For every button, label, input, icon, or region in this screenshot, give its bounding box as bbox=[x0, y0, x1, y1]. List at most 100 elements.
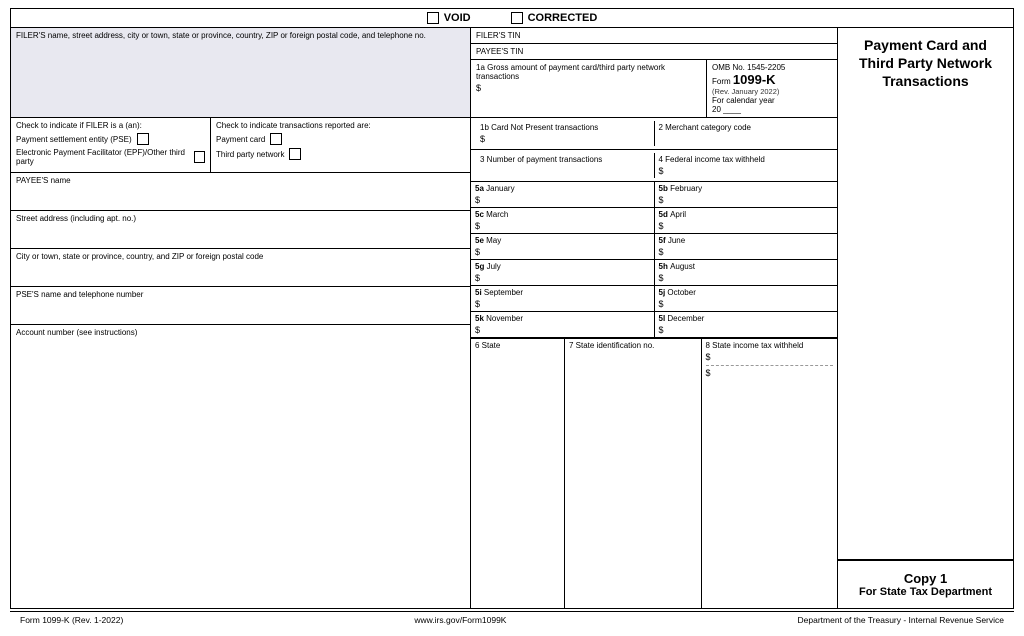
form-number: 1099-K bbox=[733, 72, 776, 87]
omb-cell: OMB No. 1545-2205 Form 1099-K (Rev. Janu… bbox=[707, 60, 837, 117]
payment-card-label: Payment card bbox=[216, 135, 265, 144]
footer-form-ref: Form 1099-K (Rev. 1-2022) bbox=[20, 615, 123, 625]
pse-name-cell: PSE'S name and telephone number bbox=[11, 287, 470, 325]
account-cell: Account number (see instructions) bbox=[11, 325, 470, 608]
field-5f: 5f June $ bbox=[655, 234, 838, 259]
monthly-row-ij: 5i September $ 5j October $ bbox=[471, 286, 837, 312]
epf-checkbox[interactable] bbox=[194, 151, 205, 163]
merchant-label: 2 Merchant category code bbox=[659, 123, 752, 132]
state-cell: 6 State bbox=[471, 339, 565, 608]
fed-income-label: 4 Federal income tax withheld bbox=[659, 155, 765, 164]
monthly-row-ef: 5e May $ 5f June $ bbox=[471, 234, 837, 260]
corrected-label: CORRECTED bbox=[528, 12, 598, 24]
side-panel: Payment Card and Third Party Network Tra… bbox=[838, 28, 1013, 608]
pse-label: Payment settlement entity (PSE) bbox=[16, 135, 132, 144]
page-wrapper: VOID CORRECTED FILER'S name, street addr… bbox=[0, 0, 1024, 636]
cal-year-label: For calendar year bbox=[712, 96, 832, 105]
omb-no: OMB No. 1545-2205 bbox=[712, 63, 832, 72]
payee-name-cell: PAYEE'S name bbox=[11, 173, 470, 211]
monthly-row-gh: 5g July $ 5h August $ bbox=[471, 260, 837, 286]
field-5b: 5b February $ bbox=[655, 182, 838, 207]
rev-label: (Rev. January 2022) bbox=[712, 87, 832, 96]
third-party-item: Third party network bbox=[216, 148, 465, 160]
state-income-label: 8 State income tax withheld bbox=[706, 341, 804, 350]
state-dollar: $ bbox=[706, 352, 834, 362]
pse-check-item: Payment settlement entity (PSE) bbox=[16, 133, 205, 145]
epf-check-item: Electronic Payment Facilitator (EPF)/Oth… bbox=[16, 148, 205, 166]
merchant-cell: 2 Merchant category code bbox=[655, 121, 833, 146]
third-party-checkbox[interactable] bbox=[289, 148, 301, 160]
payee-name-label: PAYEE'S name bbox=[16, 176, 71, 185]
form-label: Form 1099-K bbox=[712, 72, 832, 87]
footer-dept: Department of the Treasury - Internal Re… bbox=[798, 615, 1004, 625]
epf-label: Electronic Payment Facilitator (EPF)/Oth… bbox=[16, 148, 189, 166]
gross-amount-label: 1a Gross amount of payment card/third pa… bbox=[476, 63, 665, 81]
filer-info-cell: FILER'S name, street address, city or to… bbox=[11, 28, 470, 118]
left-section: FILER'S name, street address, city or to… bbox=[11, 28, 471, 608]
side-title-text: Payment Card and Third Party Network Tra… bbox=[859, 37, 992, 89]
right-inner: FILER'S TIN PAYEE'S TIN 1a Gross amount … bbox=[471, 28, 1013, 608]
filers-tin-label: FILER'S TIN bbox=[476, 31, 521, 40]
city-cell: City or town, state or province, country… bbox=[11, 249, 470, 287]
form-container: VOID CORRECTED FILER'S name, street addr… bbox=[10, 8, 1014, 609]
state-id-cell: 7 State identification no. bbox=[565, 339, 702, 608]
state-income-cell: 8 State income tax withheld $ $ bbox=[702, 339, 838, 608]
void-item: VOID bbox=[427, 12, 471, 24]
pse-checkbox[interactable] bbox=[137, 133, 149, 145]
side-copy: Copy 1 For State Tax Department bbox=[838, 560, 1013, 608]
check-transactions-label: Check to indicate transactions reported … bbox=[216, 121, 465, 130]
street-label: Street address (including apt. no.) bbox=[16, 214, 136, 223]
num-fed-row: 3 Number of payment transactions 4 Feder… bbox=[471, 150, 837, 182]
street-cell: Street address (including apt. no.) bbox=[11, 211, 470, 249]
gross-dollar: $ bbox=[476, 83, 701, 93]
third-party-label: Third party network bbox=[216, 150, 284, 159]
card-not-present-cell: 1b Card Not Present transactions $ bbox=[476, 121, 655, 146]
card-merchant-row: 1b Card Not Present transactions $ 2 Mer… bbox=[471, 118, 837, 150]
omb-inner: OMB No. 1545-2205 Form 1099-K (Rev. Janu… bbox=[712, 63, 832, 114]
corrected-checkbox[interactable] bbox=[511, 12, 523, 24]
header-row: VOID CORRECTED bbox=[11, 9, 1013, 28]
dashed-line bbox=[706, 365, 834, 366]
gross-omb-row: 1a Gross amount of payment card/third pa… bbox=[471, 60, 837, 118]
check-filer-label: Check to indicate if FILER is a (an): bbox=[16, 121, 205, 130]
fed-dollar: $ bbox=[659, 166, 829, 176]
right-section: FILER'S TIN PAYEE'S TIN 1a Gross amount … bbox=[471, 28, 1013, 608]
card-not-present-label: 1b Card Not Present transactions bbox=[480, 123, 598, 132]
filer-info-label: FILER'S name, street address, city or to… bbox=[16, 31, 426, 40]
field-5i: 5i September $ bbox=[471, 286, 655, 311]
card-dollar: $ bbox=[480, 134, 650, 144]
copy-sub: For State Tax Department bbox=[846, 586, 1005, 598]
state-row: 6 State 7 State identification no. 8 Sta… bbox=[471, 338, 837, 608]
city-label: City or town, state or province, country… bbox=[16, 252, 263, 261]
num-transactions-label: 3 Number of payment transactions bbox=[480, 155, 602, 164]
fields-section: FILER'S TIN PAYEE'S TIN 1a Gross amount … bbox=[471, 28, 838, 608]
footer-bar: Form 1099-K (Rev. 1-2022) www.irs.gov/Fo… bbox=[10, 611, 1014, 628]
state-label: 6 State bbox=[475, 341, 500, 350]
payment-card-item: Payment card bbox=[216, 133, 465, 145]
account-label: Account number (see instructions) bbox=[16, 328, 137, 337]
check-row: Check to indicate if FILER is a (an): Pa… bbox=[11, 118, 470, 173]
void-checkbox[interactable] bbox=[427, 12, 439, 24]
copy-label: Copy 1 bbox=[846, 571, 1005, 586]
gross-amount-cell: 1a Gross amount of payment card/third pa… bbox=[471, 60, 707, 117]
tin-filer-cell: FILER'S TIN bbox=[471, 28, 837, 44]
state-id-label: 7 State identification no. bbox=[569, 341, 654, 350]
monthly-row-ab: 5a January $ 5b February $ bbox=[471, 182, 837, 208]
payees-tin-label: PAYEE'S TIN bbox=[476, 47, 523, 56]
field-5h: 5h August $ bbox=[655, 260, 838, 285]
field-5a: 5a January $ bbox=[471, 182, 655, 207]
field-5e: 5e May $ bbox=[471, 234, 655, 259]
cal-year-value: 20 ____ bbox=[712, 105, 832, 114]
corrected-item: CORRECTED bbox=[511, 12, 598, 24]
field-5k: 5k November $ bbox=[471, 312, 655, 337]
field-5d: 5d April $ bbox=[655, 208, 838, 233]
field-5c: 5c March $ bbox=[471, 208, 655, 233]
main-grid: FILER'S name, street address, city or to… bbox=[11, 28, 1013, 608]
tin-payee-cell: PAYEE'S TIN bbox=[471, 44, 837, 60]
footer-website: www.irs.gov/Form1099K bbox=[414, 615, 506, 625]
check-right: Check to indicate transactions reported … bbox=[211, 118, 470, 172]
payment-card-checkbox[interactable] bbox=[270, 133, 282, 145]
num-transactions-cell: 3 Number of payment transactions bbox=[476, 153, 655, 178]
field-5l: 5l December $ bbox=[655, 312, 838, 337]
check-left: Check to indicate if FILER is a (an): Pa… bbox=[11, 118, 211, 172]
